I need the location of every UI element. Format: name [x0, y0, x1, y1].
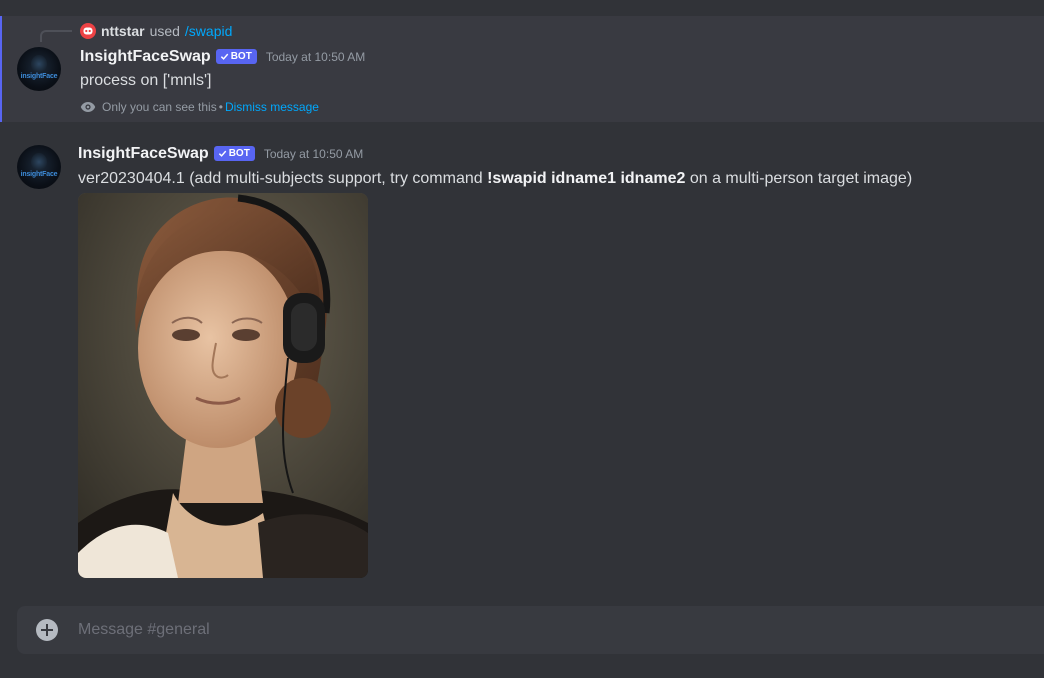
attached-image[interactable]: [78, 193, 368, 578]
reply-spine: [40, 30, 72, 42]
avatar-logo-text: insightFace: [20, 73, 58, 80]
author-name[interactable]: InsightFaceSwap: [80, 48, 211, 66]
ephemeral-note: Only you can see this • Dismiss message: [80, 100, 319, 114]
author-name[interactable]: InsightFaceSwap: [78, 145, 209, 163]
reply-command-link[interactable]: /swapid: [185, 23, 232, 39]
command-reply-line: nttstar used /swapid: [80, 22, 232, 40]
timestamp[interactable]: Today at 10:50 AM: [264, 147, 363, 161]
reply-username[interactable]: nttstar: [101, 23, 145, 39]
reply-used-text: used: [149, 23, 180, 39]
timestamp[interactable]: Today at 10:50 AM: [266, 50, 365, 64]
message-command-bold: !swapid idname1 idname2: [487, 170, 686, 187]
message-header: InsightFaceSwap BOT Today at 10:50 AM: [78, 143, 363, 165]
check-icon: [218, 150, 226, 157]
bot-badge-label: BOT: [230, 50, 252, 62]
note-separator: •: [218, 100, 223, 114]
check-icon: [220, 53, 228, 60]
bot-badge: BOT: [213, 145, 255, 161]
ephemeral-message: nttstar used /swapid insightFace Insight…: [0, 16, 1044, 122]
avatar-face-graphic: [31, 153, 47, 171]
message-text: process on ['mnls']: [80, 72, 212, 89]
message-input[interactable]: [78, 606, 978, 654]
chat-window: nttstar used /swapid insightFace Insight…: [0, 0, 1044, 678]
plus-circle-icon[interactable]: [36, 619, 58, 641]
ephemeral-note-text: Only you can see this: [102, 100, 217, 114]
message-text-part: on a multi-person target image): [685, 170, 913, 187]
message-composer: [17, 606, 1044, 654]
top-strip: [0, 0, 1044, 16]
dismiss-message-link[interactable]: Dismiss message: [225, 100, 319, 114]
avatar-face-graphic: [31, 55, 47, 73]
bot-badge: BOT: [215, 48, 257, 64]
bot-badge-label: BOT: [228, 147, 250, 159]
bot-avatar[interactable]: insightFace: [17, 145, 61, 189]
avatar-logo-text: insightFace: [20, 171, 58, 178]
command-app-icon: [80, 23, 96, 39]
bot-avatar[interactable]: insightFace: [17, 47, 61, 91]
message-text: ver20230404.1 (add multi-subjects suppor…: [78, 170, 912, 188]
eye-icon: [80, 102, 96, 112]
message-header: InsightFaceSwap BOT Today at 10:50 AM: [80, 46, 365, 68]
message-text-part: ver20230404.1 (add multi-subjects suppor…: [78, 170, 488, 187]
portrait-image: [78, 193, 368, 578]
